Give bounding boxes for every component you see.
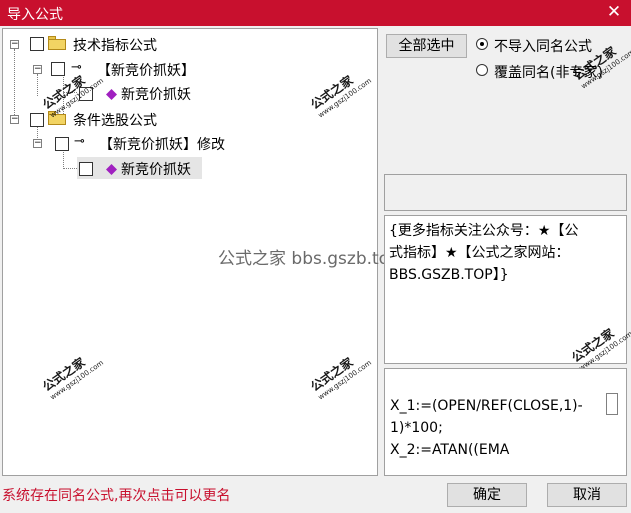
code-line: 1)*100; (390, 420, 443, 436)
node-label: 【新竞价抓妖】 (97, 63, 195, 79)
node-label: 技术指标公式 (73, 38, 157, 54)
node-checkbox[interactable] (30, 113, 44, 127)
watermark: 公式之家 www.gszj100.com (40, 355, 105, 402)
cancel-button[interactable]: 取消 (547, 483, 627, 507)
collapse-icon[interactable]: − (33, 139, 42, 148)
description-line: {更多指标关注公众号：★【公 (389, 223, 579, 239)
radio-button[interactable] (476, 38, 488, 50)
formula-icon (106, 89, 117, 100)
node-label: 新竞价抓妖 (121, 162, 191, 178)
node-checkbox[interactable] (55, 137, 69, 151)
description-line: 式指标】★【公式之家网站： (389, 245, 570, 261)
formula-icon (106, 164, 117, 175)
node-label: 条件选股公式 (73, 113, 157, 129)
center-watermark: 公式之家 bbs.gszb.top (218, 249, 400, 269)
status-message: 系统存在同名公式,再次点击可以更名 (2, 488, 231, 504)
node-checkbox[interactable] (51, 62, 65, 76)
tree-node-technical-indicators[interactable]: − 技术指标公式 (3, 33, 373, 55)
collapse-icon[interactable]: − (10, 115, 19, 124)
tree-node-formula-group[interactable]: − ⊸ 【新竞价抓妖】 (3, 58, 373, 80)
select-all-button[interactable]: 全部选中 (386, 34, 467, 58)
node-checkbox[interactable] (79, 162, 93, 176)
formula-name-field[interactable] (384, 174, 627, 211)
formula-code-panel: X_1:=(OPEN/REF(CLOSE,1)- 1)*100; X_2:=AT… (384, 368, 627, 476)
collapse-icon[interactable]: − (10, 40, 19, 49)
key-icon: ⊸ (74, 134, 85, 149)
tree-node-formula-selected[interactable]: 新竞价抓妖 (77, 157, 202, 179)
radio-button[interactable] (476, 64, 488, 76)
scrollbar-thumb[interactable] (606, 393, 618, 415)
folder-icon (48, 36, 66, 50)
description-line: BBS.GSZB.TOP】} (389, 267, 509, 283)
code-line: X_1:=(OPEN/REF(CLOSE,1)- (390, 398, 583, 414)
watermark: 公式之家 www.gszj100.com (308, 355, 373, 402)
ok-button[interactable]: 确定 (447, 483, 527, 507)
node-label: 新竞价抓妖 (121, 87, 191, 103)
node-label: 【新竞价抓妖】修改 (99, 137, 225, 153)
collapse-icon[interactable]: − (33, 65, 42, 74)
tree-line (63, 168, 77, 169)
close-icon[interactable]: ✕ (605, 2, 623, 22)
tree-node-formula-group-modified[interactable]: − ⊸ 【新竞价抓妖】修改 (3, 132, 373, 154)
window-title: 导入公式 (7, 7, 63, 23)
code-line: X_2:=ATAN((EMA (390, 442, 510, 458)
title-bar: 导入公式 ✕ (0, 0, 631, 26)
node-checkbox[interactable] (30, 37, 44, 51)
